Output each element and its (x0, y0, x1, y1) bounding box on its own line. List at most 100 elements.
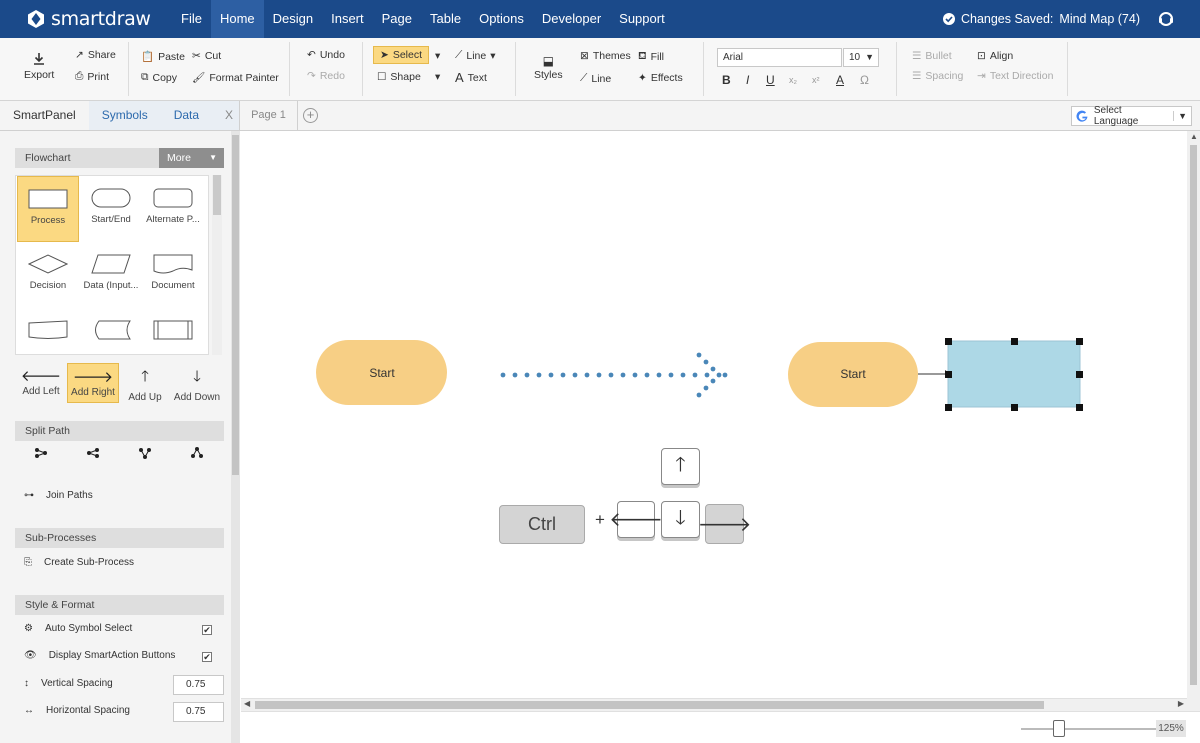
font-size-select[interactable]: 10 ▼ (843, 48, 879, 67)
font-family-select[interactable]: Arial (717, 48, 842, 67)
menu-page[interactable]: Page (373, 0, 421, 38)
format-painter-button[interactable]: 🖌 Format Painter (192, 71, 279, 85)
shape-document[interactable]: Document (142, 242, 204, 308)
more-button[interactable]: More ▼ (159, 148, 224, 168)
line-tool-button[interactable]: ⟋ Line ▾ (455, 49, 496, 62)
canvas-horizontal-scrollbar[interactable]: ◀ ▶ (241, 698, 1187, 711)
menu-insert[interactable]: Insert (322, 0, 373, 38)
display-smartaction-checkbox[interactable]: ✔ (202, 652, 212, 662)
split-path-up-button[interactable] (171, 447, 223, 459)
shape-tool-button[interactable]: ☐ Shape (377, 71, 421, 83)
horizontal-spacing-row: ↔ Horizontal Spacing (24, 705, 130, 716)
scrollbar-thumb[interactable] (232, 135, 239, 475)
document-name[interactable]: Mind Map (74) (1059, 12, 1140, 26)
language-select[interactable]: Select Language ▼ (1071, 105, 1192, 127)
zoom-level[interactable]: 125% (1156, 720, 1186, 737)
drawing-canvas[interactable]: Start Start + Ctrl 🡑 🡐 🡓 🡒 (241, 131, 1187, 698)
scroll-left-icon[interactable]: ◀ (244, 699, 250, 708)
text-direction-button[interactable]: ⇥ Text Direction (977, 70, 1053, 82)
split-path-down-button[interactable] (119, 447, 171, 459)
selected-process-shape[interactable] (947, 340, 1081, 408)
shape-predefined-process[interactable] (142, 308, 204, 354)
undo-button[interactable]: ↶ Undo (307, 49, 345, 61)
fill-button[interactable]: ⛾ Fill (638, 50, 664, 64)
scrollbar-thumb[interactable] (255, 701, 1044, 709)
shape-data[interactable]: Data (Input... (80, 242, 142, 308)
paste-button[interactable]: 📋 Paste (141, 50, 185, 64)
panel-tabs: SmartPanel Symbols Data X (0, 101, 239, 131)
split-path-left-button[interactable] (67, 447, 119, 459)
styles-button[interactable]: ⬓ Styles (534, 54, 563, 81)
export-button[interactable]: Export (24, 52, 54, 81)
vertical-spacing-input[interactable]: 0.75 (173, 675, 224, 695)
add-right-button[interactable]: 🡒 Add Right (67, 363, 119, 403)
help-icon[interactable] (1158, 11, 1174, 27)
create-sub-process-button[interactable]: ⎘ Create Sub-Process (24, 557, 134, 568)
scrollbar-thumb[interactable] (1190, 145, 1197, 685)
menu-options[interactable]: Options (470, 0, 533, 38)
print-button[interactable]: ⎙ Print (75, 70, 109, 83)
close-panel-button[interactable]: X (219, 101, 239, 130)
tab-smartpanel[interactable]: SmartPanel (0, 101, 89, 130)
menu-table[interactable]: Table (421, 0, 470, 38)
add-page-button[interactable]: + (303, 108, 318, 123)
panel-scrollbar[interactable] (231, 131, 240, 743)
select-dropdown[interactable]: ▾ (435, 50, 440, 62)
effects-button[interactable]: ✦ Effects (638, 72, 683, 84)
copy-button[interactable]: ⧉ Copy (141, 71, 177, 84)
bold-button[interactable]: B (722, 73, 731, 87)
save-status: Changes Saved: Mind Map (74) (942, 12, 1140, 26)
cut-button[interactable]: ✂ Cut (192, 50, 221, 62)
shape-stored-data[interactable] (80, 308, 142, 354)
subscript-button[interactable]: x₂ (789, 75, 797, 85)
scrollbar-thumb[interactable] (213, 175, 221, 215)
menu-file[interactable]: File (172, 0, 211, 38)
menu-home[interactable]: Home (210, 0, 264, 38)
menu-developer[interactable]: Developer (533, 0, 610, 38)
underline-button[interactable]: U (766, 73, 775, 87)
line-style-button[interactable]: ⟋ Line (580, 72, 611, 85)
data-shape-icon (91, 254, 131, 274)
zoom-slider-thumb[interactable] (1053, 720, 1065, 737)
join-paths-button[interactable]: ⊶ Join Paths (24, 490, 93, 501)
bullet-button[interactable]: ☰ Bullet (912, 50, 952, 62)
tab-symbols[interactable]: Symbols (89, 101, 161, 130)
add-down-button[interactable]: 🡓 Add Down (171, 363, 223, 403)
shape-start-end[interactable]: Start/End (80, 176, 142, 242)
menu-design[interactable]: Design (264, 0, 322, 38)
text-tool-button[interactable]: A Text (455, 70, 487, 85)
shape-decision[interactable]: Decision (17, 242, 79, 308)
scroll-up-icon[interactable]: ▲ (1190, 132, 1198, 141)
themes-button[interactable]: ⊠ Themes (580, 50, 631, 62)
select-button[interactable]: ➤ Select (373, 46, 429, 64)
italic-button[interactable]: I (746, 73, 749, 87)
auto-symbol-checkbox[interactable]: ✔ (202, 625, 212, 635)
redo-button[interactable]: ↷ Redo (307, 70, 345, 82)
font-color-button[interactable]: A (836, 73, 844, 87)
canvas-vertical-scrollbar[interactable]: ▲ (1187, 131, 1200, 711)
share-button[interactable]: ↗ Share (75, 49, 116, 61)
add-up-button[interactable]: 🡑 Add Up (119, 363, 171, 403)
text-direction-label: Text Direction (989, 70, 1054, 82)
process-shape-icon (28, 189, 68, 209)
add-left-button[interactable]: 🡐 Add Left (15, 363, 67, 403)
tab-data[interactable]: Data (161, 101, 212, 130)
spacing-button[interactable]: ☰ Spacing (912, 70, 963, 82)
symbol-button[interactable]: Ω (860, 73, 869, 87)
page-tab-1[interactable]: Page 1 (240, 101, 298, 130)
shape-alternate-process[interactable]: Alternate P... (142, 176, 204, 242)
shape-process[interactable]: Process (17, 176, 79, 242)
menu-support[interactable]: Support (610, 0, 674, 38)
align-button[interactable]: ⊡ Align (977, 50, 1013, 62)
superscript-button[interactable]: x² (812, 75, 820, 85)
shape-dropdown[interactable]: ▾ (435, 71, 440, 83)
app-logo[interactable]: smartdraw (26, 8, 172, 30)
shape-library-scrollbar[interactable] (212, 175, 222, 355)
split-path-right-button[interactable] (15, 447, 67, 459)
shape-manual-input[interactable] (17, 308, 79, 354)
brush-icon: 🖌 (192, 72, 206, 84)
scroll-right-icon[interactable]: ▶ (1178, 699, 1184, 708)
horizontal-spacing-input[interactable]: 0.75 (173, 702, 224, 722)
zoom-slider-track[interactable] (1021, 728, 1156, 730)
ribbon-toolbar: Export ↗ Share ⎙ Print 📋 Paste ✂ Cut ⧉ C… (0, 38, 1200, 101)
